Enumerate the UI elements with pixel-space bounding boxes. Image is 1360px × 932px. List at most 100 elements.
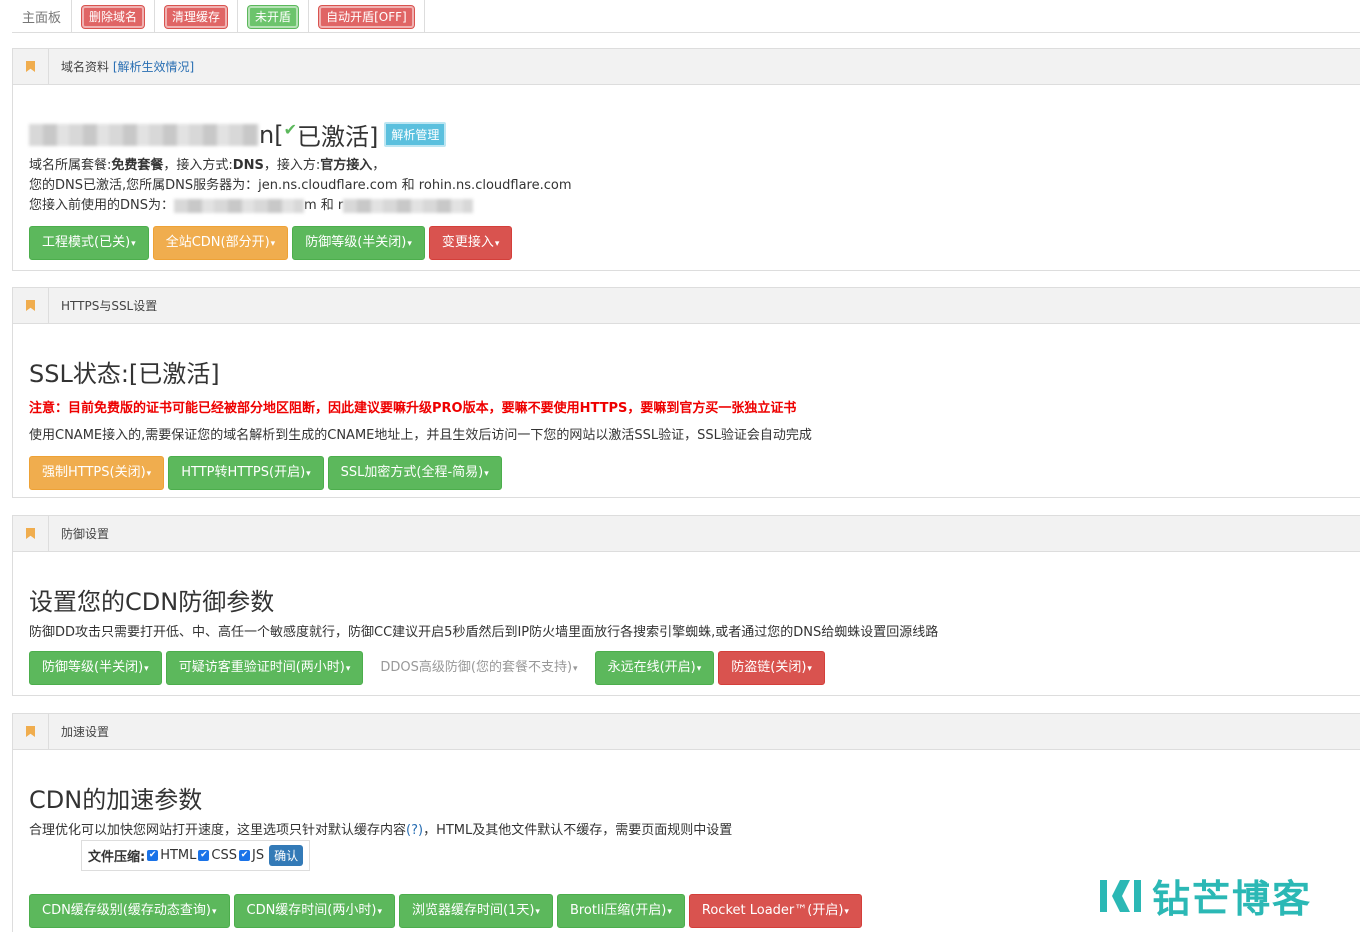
bookmark-icon-box [13,287,49,324]
access-suffix: ， [372,158,386,173]
js-checkbox[interactable]: ✔ [238,850,250,861]
access-value: 官方接入 [320,158,373,173]
tab-clear-cache: 清理缓存 [155,0,239,33]
speed-note: 合理优化可以加快您网站打开速度，这里选项只针对默认缓存内容(?)，HTML及其他… [29,821,1344,841]
chevron-down-icon: ▾ [844,907,849,917]
defense-level-button[interactable]: 防御等级(半关闭)▾ [292,226,425,260]
bookmark-icon [26,726,35,737]
speed-heading: CDN的加速参数 [29,786,203,814]
ddos-advanced-button: DDOS高级防御(您的套餐不支持)▾ [367,651,591,685]
html-checkbox[interactable]: ✔ [147,850,159,861]
watermark-logo: 钻芒博客 [1098,868,1312,923]
speed-note-a: 合理优化可以加快您网站打开速度，这里选项只针对默认缓存内容 [29,823,407,838]
speed-panel-title: 加速设置 [61,725,110,739]
speed-note-b: ，HTML及其他文件默认不缓存，需要页面规则中设置 [423,823,733,838]
brotli-button[interactable]: Brotli压缩(开启)▾ [556,894,685,928]
chevron-down-icon: ▾ [484,469,489,479]
ssl-status-heading: SSL状态:[已激活] [29,360,220,388]
force-https-button[interactable]: 强制HTTPS(关闭)▾ [29,456,165,490]
redacted-dns-1 [174,198,304,213]
always-online-label: 永远在线(开启) [607,660,696,675]
help-link[interactable]: (?) [406,823,423,838]
speed-panel-header: 加速设置 [13,713,1360,750]
check-icon: ✔ [283,120,297,139]
full-cdn-button[interactable]: 全站CDN(部分开)▾ [152,226,289,260]
engineering-mode-label: 工程模式(已关) [42,235,131,250]
chevron-down-icon: ▾ [270,239,276,249]
auto-shield-button[interactable]: 自动开盾[OFF] [319,5,414,28]
plan-prefix: 域名所属套餐: [29,158,112,173]
cache-time-button[interactable]: CDN缓存时间(两小时)▾ [233,894,395,928]
ssl-note: 使用CNAME接入的,需要保证您的域名解析到生成的CNAME地址上，并且生效后访… [29,428,812,443]
method-prefix: ，接入方式: [163,158,233,173]
chevron-down-icon: ▾ [407,239,412,249]
always-online-button[interactable]: 永远在线(开启)▾ [594,651,715,685]
chevron-down-icon: ▾ [573,664,578,674]
domain-panel-title: 域名资料 [解析生效情况] [61,58,194,75]
file-compress-box: 文件压缩: ✔ HTML ✔ CSS ✔ JS 确认 [81,840,311,871]
ssl-mode-button[interactable]: SSL加密方式(全程-简易)▾ [327,456,502,490]
domain-button-row: 工程模式(已关)▾ 全站CDN(部分开)▾ 防御等级(半关闭)▾ 变更接入▾ [29,226,1344,260]
ddos-advanced-label: DDOS高级防御(您的套餐不支持) [380,660,573,675]
tab-home[interactable]: 主面板 [12,0,73,33]
ssl-mode-label: SSL加密方式(全程-简易) [340,465,484,480]
defense-panel-title: 防御设置 [61,527,110,541]
bookmark-icon [26,528,35,539]
chevron-down-icon: ▾ [211,907,217,917]
rocket-loader-button[interactable]: Rocket Loader™(开启)▾ [688,894,862,928]
prev-dns-prefix: 您接入前使用的DNS为： [29,198,174,213]
ssl-panel-title: HTTPS与SSL设置 [61,299,158,313]
bookmark-icon-box [13,713,49,750]
defense-panel: 防御设置 设置您的CDN防御参数 防御DD攻击只需要打开低、中、高任一个敏感度就… [12,515,1360,696]
defense-heading: 设置您的CDN防御参数 [29,588,275,616]
defense-level-button-2[interactable]: 防御等级(半关闭)▾ [29,651,162,685]
css-option-label: CSS [211,848,237,863]
revalidate-time-button[interactable]: 可疑访客重验证时间(两小时)▾ [165,651,364,685]
browser-cache-label: 浏览器缓存时间(1天) [412,903,535,918]
domain-panel-header: 域名资料 [解析生效情况] [13,48,1360,85]
http-to-https-button[interactable]: HTTP转HTTPS(开启)▾ [168,456,324,490]
rocket-loader-label: Rocket Loader™(开启) [701,903,844,918]
confirm-button[interactable]: 确认 [269,845,304,866]
cache-time-label: CDN缓存时间(两小时) [246,903,377,918]
domain-suffix: n[ [259,120,284,149]
tab-shield: 未开盾 [238,0,310,33]
bookmark-icon-box [13,515,49,552]
shield-off-button[interactable]: 未开盾 [248,5,299,28]
chevron-down-icon: ▾ [494,239,500,249]
ssl-warning: 注意：目前免费版的证书可能已经被部分地区阻断，因此建议要嘛升级PRO版本，要嘛不… [29,401,797,416]
resolve-status-link[interactable]: [解析生效情况] [113,60,194,74]
chevron-down-icon: ▾ [807,664,812,674]
plan-value: 免费套餐 [111,158,164,173]
ssl-button-row: 强制HTTPS(关闭)▾ HTTP转HTTPS(开启)▾ SSL加密方式(全程-… [29,456,1344,490]
dns-manage-button[interactable]: 解析管理 [384,122,447,147]
chevron-down-icon: ▾ [131,239,136,249]
clear-cache-button[interactable]: 清理缓存 [165,5,228,28]
css-checkbox[interactable]: ✔ [198,850,210,861]
access-prefix: ，接入方: [263,158,321,173]
full-cdn-label: 全站CDN(部分开) [165,235,270,250]
brotli-label: Brotli压缩(开启) [569,903,667,918]
engineering-mode-button[interactable]: 工程模式(已关)▾ [29,226,149,260]
defense-level-label-2: 防御等级(半关闭) [42,660,144,675]
chevron-down-icon: ▾ [306,469,311,479]
bookmark-icon [26,61,35,72]
cache-level-label: CDN缓存级别(缓存动态查询) [42,903,211,918]
dns-line: 您的DNS已激活,您所属DNS服务器为：jen.ns.cloudflare.co… [29,178,572,193]
tab-auto-shield: 自动开盾[OFF] [309,0,425,33]
chevron-down-icon: ▾ [696,664,702,674]
chevron-down-icon: ▾ [144,664,149,674]
html-option-label: HTML [160,848,197,863]
delete-domain-button[interactable]: 删除域名 [82,5,145,28]
force-https-label: 强制HTTPS(关闭) [42,465,146,480]
top-tab-bar: 主面板 删除域名 清理缓存 未开盾 自动开盾[OFF] [12,0,1360,33]
redacted-domain [29,123,259,146]
logo-text: 钻芒博客 [1152,877,1313,921]
defense-note: 防御DD攻击只需要打开低、中、高任一个敏感度就行，防御CC建议开启5秒盾然后到I… [29,625,939,640]
logo-mark-icon [1100,879,1141,912]
hotlink-protection-button[interactable]: 防盗链(关闭)▾ [718,651,825,685]
cache-level-button[interactable]: CDN缓存级别(缓存动态查询)▾ [29,894,230,928]
change-access-button[interactable]: 变更接入▾ [428,226,513,260]
browser-cache-button[interactable]: 浏览器缓存时间(1天)▾ [399,894,553,928]
bookmark-icon-box [13,48,49,85]
